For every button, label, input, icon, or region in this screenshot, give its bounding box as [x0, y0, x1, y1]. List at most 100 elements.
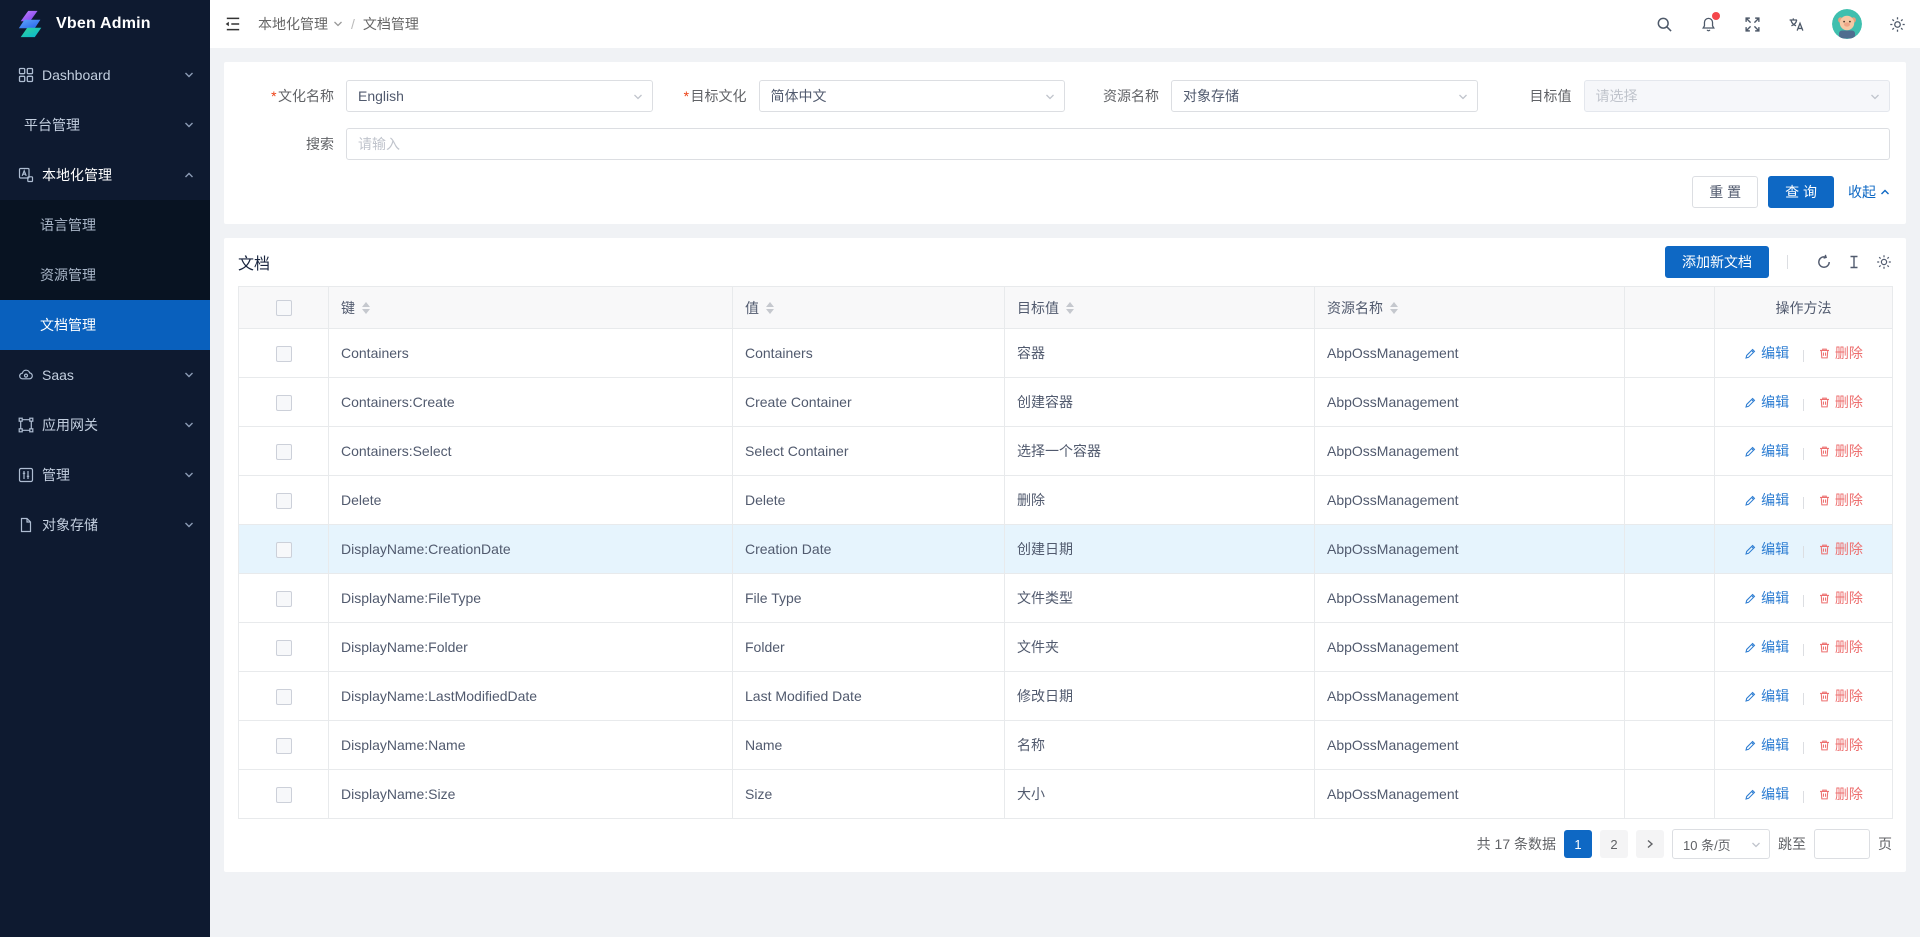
- delete-button[interactable]: 删除: [1818, 441, 1863, 461]
- gear-icon[interactable]: [1876, 254, 1892, 270]
- localization-icon: [18, 167, 34, 183]
- table-row[interactable]: Containers:Select Select Container 选择一个容…: [239, 427, 1893, 476]
- query-button[interactable]: 查 询: [1768, 176, 1834, 208]
- menu-fold-icon[interactable]: [224, 15, 242, 33]
- table-row[interactable]: Containers:Create Create Container 创建容器 …: [239, 378, 1893, 427]
- row-checkbox[interactable]: [276, 395, 292, 411]
- delete-button[interactable]: 删除: [1818, 735, 1863, 755]
- select-all-checkbox[interactable]: [276, 300, 292, 316]
- edit-button[interactable]: 编辑: [1744, 392, 1789, 412]
- table-row[interactable]: DisplayName:FileType File Type 文件类型 AbpO…: [239, 574, 1893, 623]
- sidebar-item-management[interactable]: 管理: [0, 450, 210, 500]
- row-checkbox[interactable]: [276, 689, 292, 705]
- search-icon[interactable]: [1656, 16, 1673, 33]
- delete-button[interactable]: 删除: [1818, 686, 1863, 706]
- sidebar-item-platform[interactable]: 平台管理: [0, 100, 210, 150]
- culture-name-select[interactable]: English: [346, 80, 653, 112]
- table-row[interactable]: Delete Delete 删除 AbpOssManagement 编辑 删除: [239, 476, 1893, 525]
- delete-button[interactable]: 删除: [1818, 588, 1863, 608]
- edit-button[interactable]: 编辑: [1744, 735, 1789, 755]
- cell-key: DisplayName:Name: [329, 721, 733, 770]
- page-button-2[interactable]: 2: [1600, 830, 1628, 858]
- edit-button[interactable]: 编辑: [1744, 539, 1789, 559]
- row-checkbox[interactable]: [276, 787, 292, 803]
- cloud-icon: [18, 367, 34, 383]
- table-row[interactable]: DisplayName:Folder Folder 文件夹 AbpOssMana…: [239, 623, 1893, 672]
- sidebar-item-object-storage[interactable]: 对象存储: [0, 500, 210, 550]
- refresh-icon[interactable]: [1816, 254, 1832, 270]
- target-culture-select[interactable]: 简体中文: [759, 80, 1066, 112]
- target-value-select[interactable]: 请选择: [1584, 80, 1891, 112]
- add-document-button[interactable]: 添加新文档: [1665, 246, 1769, 278]
- table-header-row: 键 值 目标值 资源名称 操作方法: [239, 287, 1893, 329]
- gear-icon[interactable]: [1889, 16, 1906, 33]
- cell-resource: AbpOssManagement: [1315, 427, 1625, 476]
- sidebar-item-document-management[interactable]: 文档管理: [0, 300, 210, 350]
- avatar[interactable]: [1832, 9, 1862, 39]
- edit-button[interactable]: 编辑: [1744, 784, 1789, 804]
- breadcrumb-section[interactable]: 本地化管理: [258, 14, 343, 34]
- column-header-value[interactable]: 值: [733, 287, 1005, 329]
- row-checkbox[interactable]: [276, 346, 292, 362]
- edit-button[interactable]: 编辑: [1744, 490, 1789, 510]
- bell-icon[interactable]: [1700, 16, 1717, 33]
- app-logo[interactable]: Vben Admin: [0, 0, 210, 48]
- page-button-1[interactable]: 1: [1564, 830, 1592, 858]
- table-row[interactable]: Containers Containers 容器 AbpOssManagemen…: [239, 329, 1893, 378]
- collapse-link[interactable]: 收起: [1848, 182, 1890, 202]
- table-row[interactable]: DisplayName:CreationDate Creation Date 创…: [239, 525, 1893, 574]
- column-header-resource[interactable]: 资源名称: [1315, 287, 1625, 329]
- row-checkbox[interactable]: [276, 591, 292, 607]
- cell-resource: AbpOssManagement: [1315, 672, 1625, 721]
- reset-button[interactable]: 重 置: [1692, 176, 1758, 208]
- row-height-icon[interactable]: [1846, 254, 1862, 270]
- cell-value: Containers: [733, 329, 1005, 378]
- row-checkbox[interactable]: [276, 640, 292, 656]
- column-header-target[interactable]: 目标值: [1005, 287, 1315, 329]
- chevron-down-icon: [1870, 93, 1880, 101]
- sidebar-item-saas[interactable]: Saas: [0, 350, 210, 400]
- table-row[interactable]: DisplayName:Name Name 名称 AbpOssManagemen…: [239, 721, 1893, 770]
- row-checkbox[interactable]: [276, 542, 292, 558]
- table-row[interactable]: DisplayName:LastModifiedDate Last Modifi…: [239, 672, 1893, 721]
- sidebar-item-gateway[interactable]: 应用网关: [0, 400, 210, 450]
- edit-button[interactable]: 编辑: [1744, 343, 1789, 363]
- row-checkbox[interactable]: [276, 444, 292, 460]
- cell-resource: AbpOssManagement: [1315, 525, 1625, 574]
- edit-button[interactable]: 编辑: [1744, 686, 1789, 706]
- sort-icon[interactable]: [362, 302, 370, 314]
- sort-icon[interactable]: [1390, 302, 1398, 314]
- sort-icon[interactable]: [1066, 302, 1074, 314]
- fullscreen-icon[interactable]: [1744, 16, 1761, 33]
- cell-empty: [1625, 623, 1715, 672]
- edit-button[interactable]: 编辑: [1744, 588, 1789, 608]
- sort-icon[interactable]: [766, 302, 774, 314]
- cell-target: 创建容器: [1005, 378, 1315, 427]
- edit-button[interactable]: 编辑: [1744, 637, 1789, 657]
- page-size-select[interactable]: 10 条/页: [1672, 829, 1770, 859]
- translate-icon[interactable]: [1788, 16, 1805, 33]
- delete-button[interactable]: 删除: [1818, 343, 1863, 363]
- column-header-key[interactable]: 键: [329, 287, 733, 329]
- row-checkbox[interactable]: [276, 493, 292, 509]
- edit-button[interactable]: 编辑: [1744, 441, 1789, 461]
- table-row[interactable]: DisplayName:Size Size 大小 AbpOssManagemen…: [239, 770, 1893, 819]
- delete-button[interactable]: 删除: [1818, 490, 1863, 510]
- search-input[interactable]: [346, 128, 1890, 160]
- breadcrumb: 本地化管理 / 文档管理: [258, 14, 419, 34]
- delete-button[interactable]: 删除: [1818, 637, 1863, 657]
- jump-page-input[interactable]: [1814, 829, 1870, 859]
- breadcrumb-current[interactable]: 文档管理: [363, 14, 419, 34]
- chevron-down-icon: [1751, 841, 1761, 849]
- next-page-button[interactable]: [1636, 830, 1664, 858]
- row-checkbox[interactable]: [276, 738, 292, 754]
- delete-button[interactable]: 删除: [1818, 539, 1863, 559]
- resource-name-select[interactable]: 对象存储: [1171, 80, 1478, 112]
- delete-button[interactable]: 删除: [1818, 784, 1863, 804]
- sidebar-item-localization[interactable]: 本地化管理: [0, 150, 210, 200]
- sidebar-item-language-management[interactable]: 语言管理: [0, 200, 210, 250]
- sidebar-item-resource-management[interactable]: 资源管理: [0, 250, 210, 300]
- sidebar-item-dashboard[interactable]: Dashboard: [0, 50, 210, 100]
- cell-actions: 编辑 删除: [1715, 623, 1893, 672]
- delete-button[interactable]: 删除: [1818, 392, 1863, 412]
